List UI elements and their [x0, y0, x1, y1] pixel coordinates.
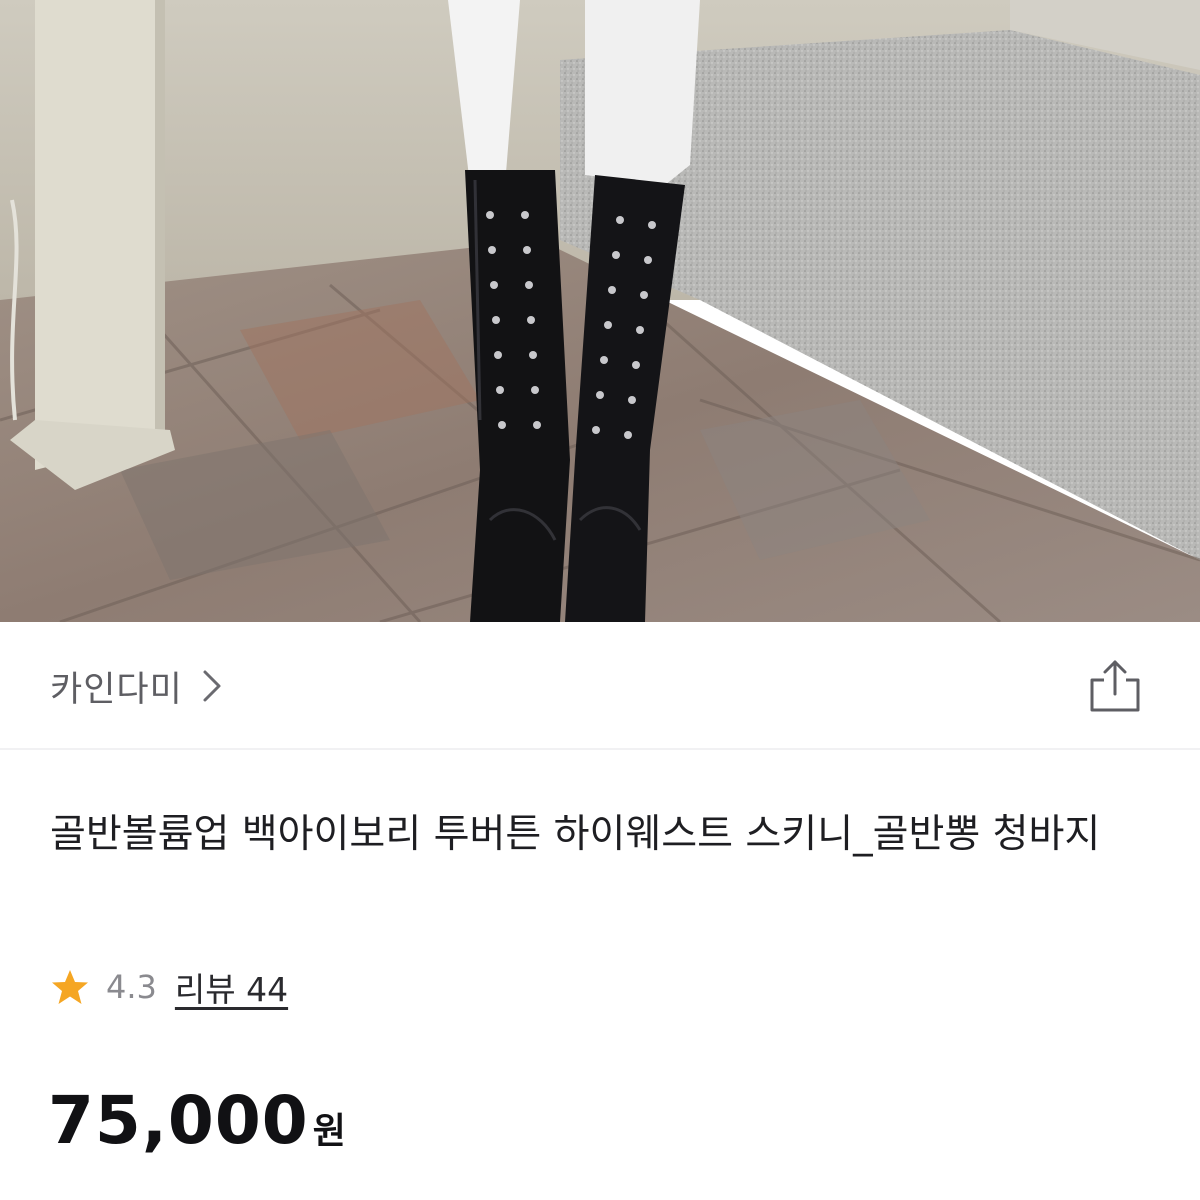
store-row: 카인다미	[0, 622, 1200, 750]
product-image[interactable]	[0, 0, 1200, 622]
price-value: 75,000	[48, 1082, 309, 1159]
rating-row: 4.3 리뷰 44	[50, 962, 288, 1012]
share-icon	[1090, 660, 1140, 712]
chevron-right-icon	[203, 670, 221, 702]
review-count-link[interactable]: 리뷰 44	[175, 963, 288, 1011]
price: 75,000 원	[48, 1082, 346, 1159]
price-currency: 원	[312, 1111, 346, 1152]
product-title: 골반볼륨업 백아이보리 투버튼 하이웨스트 스키니_골반뽕 청바지	[50, 812, 1101, 857]
store-name: 카인다미	[50, 669, 183, 710]
product-detail-page: 카인다미 골반볼륨업 백아이보리 투버튼 하이웨스트 스키니_골반뽕 청바지 4…	[0, 0, 1200, 1200]
rating-value: 4.3	[106, 968, 157, 1006]
share-button[interactable]	[1082, 654, 1146, 718]
star-icon	[52, 970, 88, 1004]
store-link[interactable]: 카인다미	[50, 658, 223, 714]
